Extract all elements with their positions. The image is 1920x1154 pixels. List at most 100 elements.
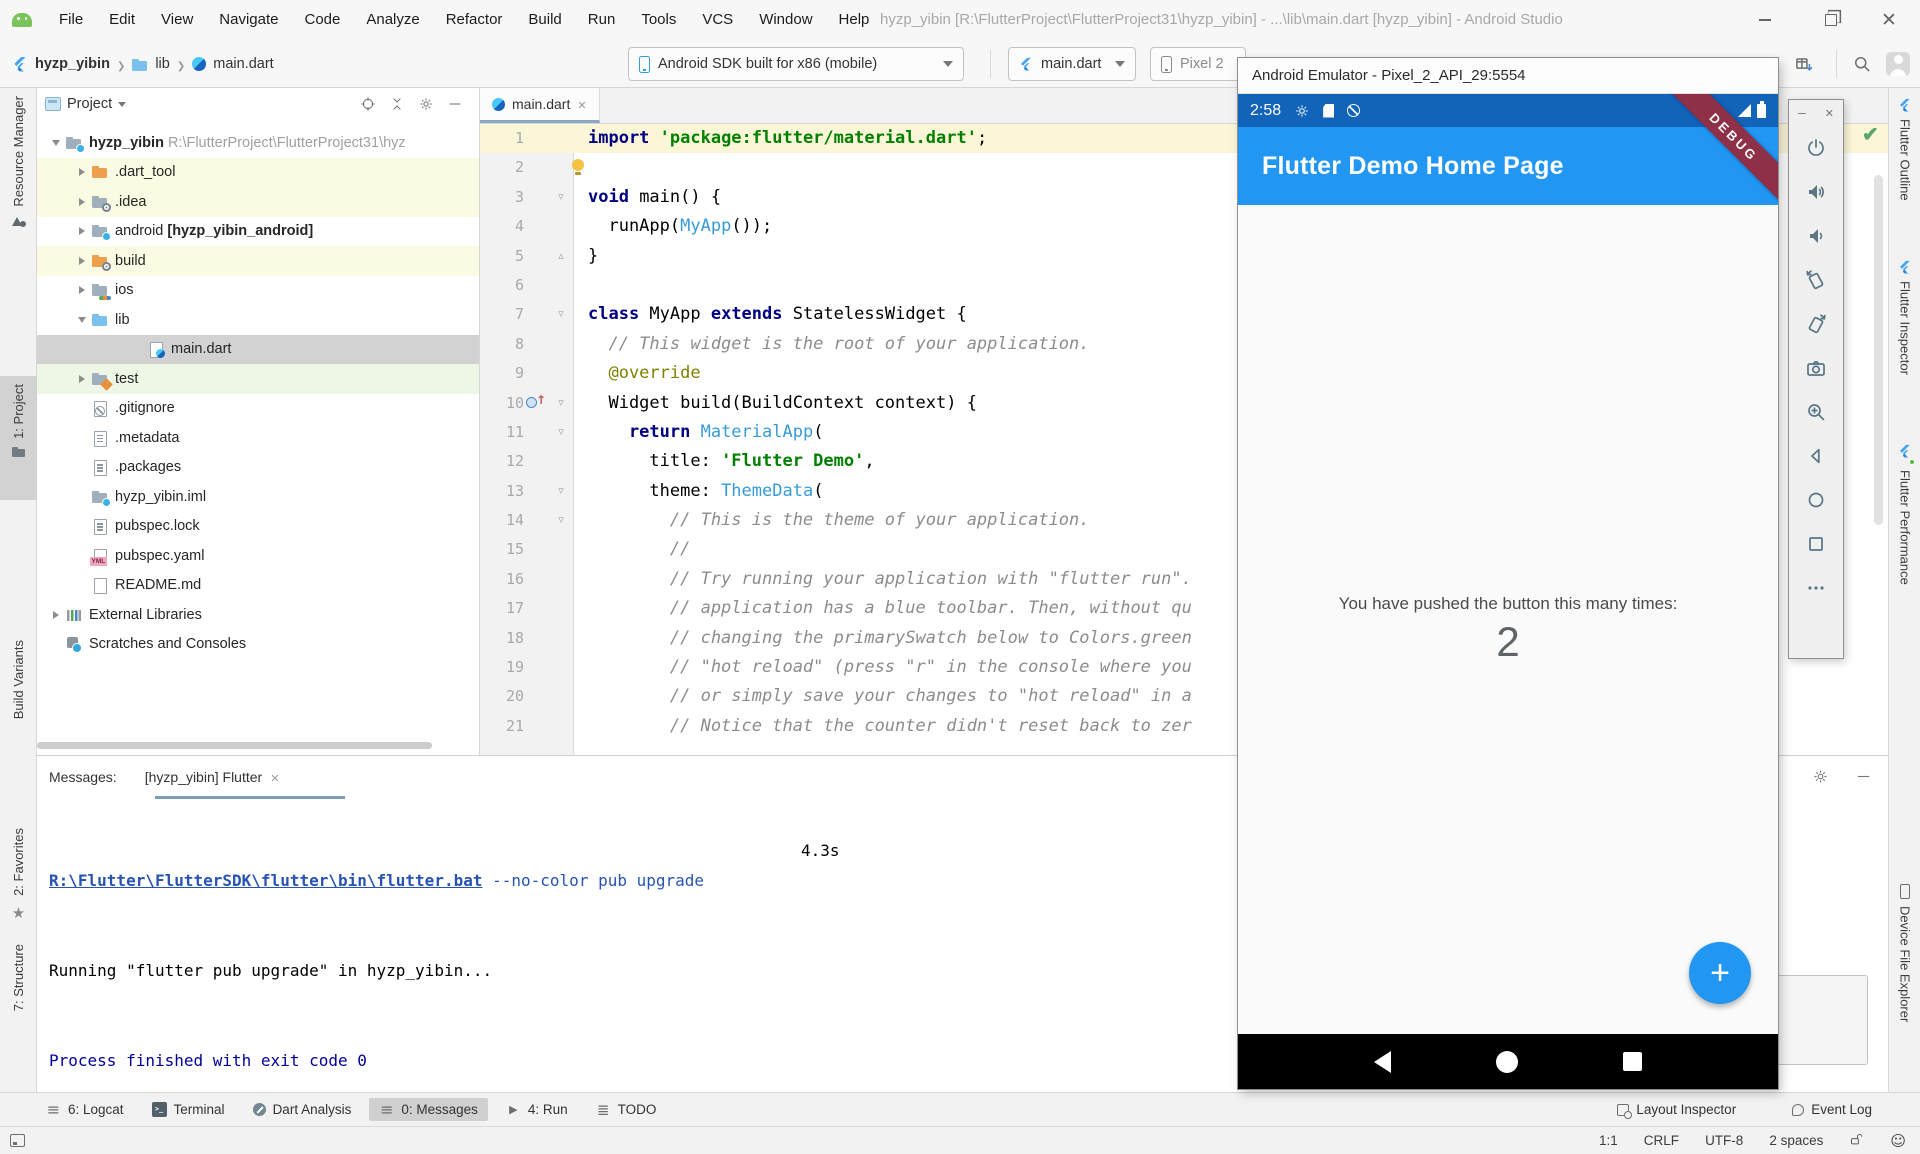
volume-up-icon[interactable] bbox=[1794, 170, 1838, 214]
breadcrumb-file[interactable]: main.dart bbox=[213, 56, 273, 72]
unlock-icon[interactable] bbox=[1849, 1132, 1864, 1150]
fold-marker-icon[interactable]: ▿ bbox=[554, 307, 568, 321]
tree-row[interactable]: .gitignore bbox=[37, 394, 479, 424]
tree-closed-arrow-icon[interactable] bbox=[73, 198, 91, 206]
tree-row[interactable]: .packages bbox=[37, 453, 479, 483]
code-line[interactable]: runApp(MyApp()); bbox=[588, 212, 1202, 241]
tab-main-dart[interactable]: main.dart bbox=[480, 88, 600, 123]
fold-marker-icon[interactable]: ▿ bbox=[554, 484, 568, 498]
breadcrumb-project[interactable]: hyzp_yibin bbox=[35, 56, 110, 72]
rotate-right-icon[interactable] bbox=[1794, 302, 1838, 346]
tree-open-arrow-icon[interactable] bbox=[47, 140, 65, 146]
tree-open-arrow-icon[interactable] bbox=[73, 317, 91, 323]
code-line[interactable]: // changing the primarySwatch below to C… bbox=[588, 624, 1202, 653]
avatar[interactable] bbox=[1886, 52, 1910, 76]
status-crlf[interactable]: CRLF bbox=[1644, 1133, 1679, 1148]
code-line[interactable]: // or simply save your changes to "hot r… bbox=[588, 682, 1202, 711]
menu-view[interactable]: View bbox=[148, 0, 206, 40]
overview-icon[interactable] bbox=[1794, 522, 1838, 566]
code-line[interactable]: // application has a blue toolbar. Then,… bbox=[588, 594, 1202, 623]
status-utf-8[interactable]: UTF-8 bbox=[1705, 1133, 1743, 1148]
menu-vcs[interactable]: VCS bbox=[689, 0, 746, 40]
gear-icon[interactable] bbox=[1812, 768, 1829, 785]
recents-nav-icon[interactable] bbox=[1623, 1052, 1642, 1071]
run-config-selector[interactable]: main.dart bbox=[1008, 47, 1136, 81]
flutter-bat-link[interactable]: R:\Flutter\FlutterSDK\flutter\bin\flutte… bbox=[49, 871, 482, 890]
status-1-1[interactable]: 1:1 bbox=[1599, 1133, 1618, 1148]
sidebar-item-device-file-explorer[interactable]: Device File Explorer bbox=[1889, 884, 1920, 1022]
menu-refactor[interactable]: Refactor bbox=[433, 0, 516, 40]
tree-closed-arrow-icon[interactable] bbox=[73, 227, 91, 235]
code-line[interactable]: // "hot reload" (press "r" in the consol… bbox=[588, 653, 1202, 682]
code-line[interactable] bbox=[588, 271, 1202, 300]
tree-row[interactable]: test bbox=[37, 364, 479, 394]
minimize-button[interactable] bbox=[1742, 0, 1788, 40]
sidebar-item-favorites[interactable]: 2: Favorites bbox=[0, 828, 37, 923]
sidebar-item-flutter-performance[interactable]: Flutter Performance bbox=[1889, 444, 1920, 585]
sidebar-item-flutter-inspector[interactable]: Flutter Inspector bbox=[1889, 260, 1920, 375]
device-selector[interactable]: Android SDK built for x86 (mobile) bbox=[628, 47, 964, 81]
sidebar-item-build-variants[interactable]: Build Variants bbox=[0, 640, 37, 719]
code-line[interactable]: // bbox=[588, 535, 1202, 564]
emulator-title-bar[interactable]: Android Emulator - Pixel_2_API_29:5554 bbox=[1238, 58, 1778, 94]
code-line[interactable] bbox=[588, 153, 1202, 182]
tree-row[interactable]: main.dart bbox=[37, 335, 479, 365]
tool-button-6-logcat[interactable]: 6: Logcat bbox=[36, 1098, 134, 1121]
home-nav-icon[interactable] bbox=[1496, 1051, 1518, 1073]
code-line[interactable]: theme: ThemeData( bbox=[588, 477, 1202, 506]
minimize-icon[interactable] bbox=[1798, 104, 1806, 122]
tool-button-dart-analysis[interactable]: Dart Analysis bbox=[243, 1098, 362, 1121]
tree-row[interactable]: External Libraries bbox=[37, 600, 479, 630]
notification-face-icon[interactable] bbox=[1890, 1132, 1906, 1150]
close-button[interactable] bbox=[1866, 0, 1912, 40]
tool-button-0-messages[interactable]: 0: Messages bbox=[369, 1098, 488, 1121]
code-line[interactable]: // Try running your application with "fl… bbox=[588, 565, 1202, 594]
tool-button-4-run[interactable]: 4: Run bbox=[496, 1098, 578, 1121]
code-area[interactable]: import 'package:flutter/material.dart';v… bbox=[588, 124, 1202, 741]
sidebar-item-resource-manager[interactable]: Resource Manager bbox=[0, 96, 37, 227]
tree-row[interactable]: .metadata bbox=[37, 423, 479, 453]
intention-lightbulb-icon[interactable] bbox=[572, 159, 584, 171]
hide-panel-icon[interactable] bbox=[1855, 768, 1872, 785]
code-line[interactable]: @override bbox=[588, 359, 1202, 388]
tool-button-terminal[interactable]: Terminal bbox=[142, 1098, 235, 1121]
tree-row[interactable]: README.md bbox=[37, 571, 479, 601]
emulator-screen[interactable]: 2:58 Flutter Demo Home Page You have pus… bbox=[1238, 94, 1778, 1089]
code-line[interactable]: title: 'Flutter Demo', bbox=[588, 447, 1202, 476]
menu-navigate[interactable]: Navigate bbox=[206, 0, 291, 40]
menu-edit[interactable]: Edit bbox=[96, 0, 148, 40]
code-line[interactable]: } bbox=[588, 242, 1202, 271]
locate-file-icon[interactable] bbox=[360, 96, 376, 112]
tree-closed-arrow-icon[interactable] bbox=[73, 286, 91, 294]
fold-marker-icon[interactable]: ▿ bbox=[554, 190, 568, 204]
code-line[interactable]: // This widget is the root of your appli… bbox=[588, 330, 1202, 359]
tree-closed-arrow-icon[interactable] bbox=[73, 375, 91, 383]
back-nav-icon[interactable] bbox=[1374, 1051, 1391, 1073]
menu-code[interactable]: Code bbox=[291, 0, 353, 40]
editor-scrollbar[interactable] bbox=[1874, 175, 1883, 525]
tree-row[interactable]: pubspec.yaml bbox=[37, 541, 479, 571]
hide-panel-icon[interactable] bbox=[447, 96, 463, 112]
more-icon[interactable] bbox=[1794, 566, 1838, 610]
code-line[interactable]: import 'package:flutter/material.dart'; bbox=[588, 124, 1202, 153]
tree-row[interactable]: android [hyzp_yibin_android] bbox=[37, 217, 479, 247]
zoom-icon[interactable] bbox=[1794, 390, 1838, 434]
menu-file[interactable]: File bbox=[46, 0, 96, 40]
menu-analyze[interactable]: Analyze bbox=[353, 0, 432, 40]
close-icon[interactable] bbox=[270, 769, 279, 785]
sidebar-item-structure[interactable]: 7: Structure bbox=[0, 944, 37, 1011]
menu-help[interactable]: Help bbox=[826, 0, 883, 40]
close-icon[interactable] bbox=[1825, 104, 1834, 122]
home-icon[interactable] bbox=[1794, 478, 1838, 522]
tree-closed-arrow-icon[interactable] bbox=[73, 257, 91, 265]
restore-button[interactable] bbox=[1808, 0, 1854, 40]
menu-tools[interactable]: Tools bbox=[628, 0, 689, 40]
tree-row[interactable]: hyzp_yibin R:\FlutterProject\FlutterProj… bbox=[37, 128, 479, 158]
tree-row[interactable]: hyzp_yibin.iml bbox=[37, 482, 479, 512]
code-line[interactable]: Widget build(BuildContext context) { bbox=[588, 389, 1202, 418]
hide-tool-windows-icon[interactable] bbox=[10, 1134, 25, 1147]
tool-button-layout-inspector[interactable]: Layout Inspector bbox=[1607, 1098, 1746, 1121]
search-everywhere-button[interactable] bbox=[1850, 52, 1874, 76]
code-line[interactable]: // Notice that the counter didn't reset … bbox=[588, 712, 1202, 741]
back-icon[interactable] bbox=[1794, 434, 1838, 478]
